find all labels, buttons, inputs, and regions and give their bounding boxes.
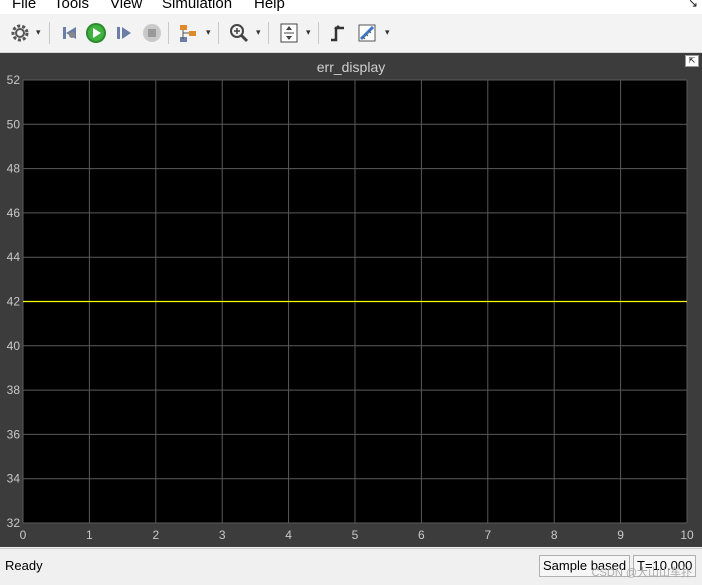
menu-view[interactable]: View xyxy=(110,0,142,13)
toolbar-separator xyxy=(318,22,319,44)
x-tick-label: 6 xyxy=(418,528,425,542)
y-tick-label: 46 xyxy=(7,206,21,220)
plot-area[interactable]: 0 1 2 3 4 5 6 7 8 9 10 3234363840424446485052 xyxy=(0,53,702,547)
measurements-icon[interactable] xyxy=(355,21,379,45)
run-icon[interactable] xyxy=(84,21,108,45)
y-tick-label: 42 xyxy=(7,295,21,309)
signal-hierarchy-icon[interactable] xyxy=(176,21,200,45)
toolbar-separator xyxy=(268,22,269,44)
status-bar: Ready Sample based T=10.000 CSDN @大山山车扑 xyxy=(0,548,702,585)
x-tick-label: 5 xyxy=(352,528,359,542)
scope-window: err_display ⇱ 0 1 2 3 4 5 6 7 8 9 10 32 34 36 38 40 42 4… xyxy=(0,53,702,547)
step-back-icon[interactable] xyxy=(58,21,82,45)
toolbar-separator xyxy=(218,22,219,44)
toolbar-separator xyxy=(49,22,50,44)
x-tick-label: 7 xyxy=(484,528,491,542)
y-tick-label: 40 xyxy=(7,339,21,353)
x-tick-label: 3 xyxy=(219,528,226,542)
x-tick-label: 1 xyxy=(86,528,93,542)
resize-arrow-icon: ↘ xyxy=(687,0,698,10)
menu-file[interactable]: File xyxy=(12,0,36,13)
x-tick-label: 9 xyxy=(617,528,624,542)
gear-icon[interactable] xyxy=(8,21,32,45)
measurements-dropdown-icon[interactable]: ▾ xyxy=(385,27,390,38)
x-tick-label: 8 xyxy=(551,528,558,542)
menu-bar: File Tools View Simulation Help ↘ xyxy=(0,0,702,14)
autoscale-icon[interactable] xyxy=(277,21,301,45)
x-axis-ticks: 0 1 2 3 4 5 6 7 8 9 10 xyxy=(20,528,694,542)
menu-simulation[interactable]: Simulation xyxy=(162,0,232,13)
menu-help[interactable]: Help xyxy=(254,0,285,13)
stop-icon[interactable] xyxy=(140,21,164,45)
y-tick-label: 50 xyxy=(7,117,21,131)
step-forward-icon[interactable] xyxy=(112,21,136,45)
watermark-text: CSDN @大山山车扑 xyxy=(591,567,692,579)
y-tick-label: 44 xyxy=(7,250,21,264)
y-tick-label: 38 xyxy=(7,383,21,397)
status-ready: Ready xyxy=(5,558,43,573)
x-tick-label: 10 xyxy=(680,528,694,542)
menu-tools[interactable]: Tools xyxy=(54,0,89,13)
settings-dropdown-icon[interactable]: ▾ xyxy=(36,27,41,38)
zoom-icon[interactable] xyxy=(227,21,251,45)
trigger-icon[interactable] xyxy=(326,21,350,45)
x-tick-label: 0 xyxy=(20,528,27,542)
y-axis-ticks: 32 34 36 38 40 42 44 46 48 50 52 xyxy=(7,73,21,530)
x-tick-label: 2 xyxy=(152,528,159,542)
hierarchy-dropdown-icon[interactable]: ▾ xyxy=(206,27,211,38)
x-tick-label: 4 xyxy=(285,528,292,542)
toolbar: ▾ ▾ ▾ ▾ ▾ xyxy=(0,14,702,53)
zoom-dropdown-icon[interactable]: ▾ xyxy=(256,27,261,38)
autoscale-dropdown-icon[interactable]: ▾ xyxy=(306,27,311,38)
toolbar-separator xyxy=(168,22,169,44)
y-tick-label: 32 xyxy=(7,516,21,530)
y-tick-label: 48 xyxy=(7,162,21,176)
y-tick-label: 34 xyxy=(7,472,21,486)
y-tick-label: 36 xyxy=(7,427,21,441)
y-tick-label: 52 xyxy=(7,73,21,87)
